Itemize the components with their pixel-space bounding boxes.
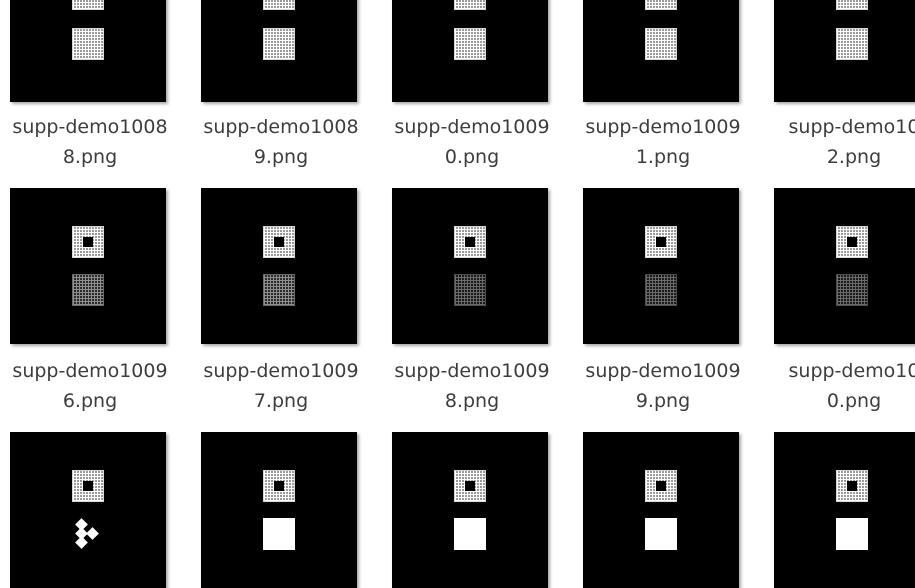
file-name-line: 6.png	[62, 390, 118, 412]
file-name-line: supp-demo1008	[12, 116, 168, 138]
file-name-line: 1.png	[635, 146, 691, 168]
image-thumbnail[interactable]	[201, 0, 357, 102]
diamond-shape	[86, 527, 99, 540]
white-square-icon	[645, 518, 677, 550]
grid-pattern-icon	[454, 470, 486, 502]
grid-pattern-icon	[836, 28, 868, 60]
image-thumbnail[interactable]	[583, 0, 739, 102]
image-thumbnail[interactable]	[201, 188, 357, 344]
image-thumbnail[interactable]	[10, 188, 166, 344]
grid-pattern-icon	[836, 470, 868, 502]
white-square-icon	[263, 518, 295, 550]
grid-pattern-icon	[645, 0, 677, 10]
white-square-icon	[836, 518, 868, 550]
grid-pattern-icon	[454, 274, 486, 306]
file-tile[interactable]: supp-demo1009 0.png	[384, 0, 568, 180]
grid-pattern-icon	[72, 470, 104, 502]
file-name-line: supp-demo1009	[12, 360, 168, 382]
file-tile[interactable]: supp-demo1009 1.png	[575, 0, 759, 180]
file-tile[interactable]: supp-demo1008 9.png	[193, 0, 377, 180]
file-tile[interactable]: supp-demo10 2.png	[766, 0, 915, 180]
file-tile[interactable]: supp-demo1009 7.png	[193, 188, 377, 428]
file-name-line: supp-demo10	[788, 360, 915, 382]
diamond-pattern-icon	[72, 518, 104, 550]
grid-pattern-icon	[454, 0, 486, 10]
file-name-label[interactable]: supp-demo1009 1.png	[575, 112, 751, 172]
grid-pattern-icon	[263, 28, 295, 60]
image-thumbnail[interactable]	[201, 432, 357, 588]
file-tile[interactable]: supp-demo10 0.png	[766, 188, 915, 428]
grid-pattern-icon	[72, 226, 104, 258]
image-thumbnail[interactable]	[392, 432, 548, 588]
file-name-label[interactable]: supp-demo1008 8.png	[2, 112, 178, 172]
file-tile[interactable]	[575, 432, 759, 588]
file-name-line: 8.png	[444, 390, 500, 412]
image-thumbnail[interactable]	[583, 432, 739, 588]
grid-pattern-icon	[72, 0, 104, 10]
file-tile[interactable]	[193, 432, 377, 588]
grid-pattern-icon	[454, 226, 486, 258]
grid-pattern-icon	[836, 274, 868, 306]
file-tile[interactable]	[2, 432, 186, 588]
image-thumbnail[interactable]	[10, 0, 166, 102]
file-name-label[interactable]: supp-demo1008 9.png	[193, 112, 369, 172]
white-square-icon	[454, 518, 486, 550]
grid-pattern-icon	[263, 470, 295, 502]
image-thumbnail[interactable]	[10, 432, 166, 588]
file-name-label[interactable]: supp-demo10 0.png	[766, 356, 915, 416]
file-tile[interactable]: supp-demo1009 8.png	[384, 188, 568, 428]
grid-pattern-icon	[263, 0, 295, 10]
grid-pattern-icon	[645, 470, 677, 502]
file-name-label[interactable]: supp-demo1009 6.png	[2, 356, 178, 416]
file-name-line: supp-demo10	[788, 116, 915, 138]
file-tile[interactable]	[766, 432, 915, 588]
grid-pattern-icon	[836, 0, 868, 10]
diamond-shape	[75, 536, 88, 549]
grid-pattern-icon	[645, 274, 677, 306]
grid-pattern-icon	[645, 28, 677, 60]
file-tile[interactable]: supp-demo1009 9.png	[575, 188, 759, 428]
file-name-line: supp-demo1009	[585, 360, 741, 382]
file-name-line: supp-demo1009	[585, 116, 741, 138]
file-name-label[interactable]: supp-demo1009 8.png	[384, 356, 560, 416]
image-thumbnail[interactable]	[774, 432, 915, 588]
image-thumbnail[interactable]	[774, 0, 915, 102]
file-name-line: 9.png	[635, 390, 691, 412]
image-thumbnail[interactable]	[392, 0, 548, 102]
file-name-line: supp-demo1008	[203, 116, 359, 138]
file-name-label[interactable]: supp-demo1009 9.png	[575, 356, 751, 416]
file-name-line: 8.png	[62, 146, 118, 168]
grid-pattern-icon	[72, 28, 104, 60]
file-name-line: supp-demo1009	[394, 360, 550, 382]
file-name-line: 2.png	[826, 146, 882, 168]
grid-pattern-icon	[263, 226, 295, 258]
file-name-label[interactable]: supp-demo10 2.png	[766, 112, 915, 172]
image-thumbnail[interactable]	[392, 188, 548, 344]
image-thumbnail[interactable]	[774, 188, 915, 344]
file-name-line: 7.png	[253, 390, 309, 412]
grid-pattern-icon	[263, 274, 295, 306]
grid-pattern-icon	[645, 226, 677, 258]
file-name-line: 0.png	[826, 390, 882, 412]
file-name-line: supp-demo1009	[394, 116, 550, 138]
file-tile[interactable]: supp-demo1009 6.png	[2, 188, 186, 428]
grid-pattern-icon	[72, 274, 104, 306]
file-tile[interactable]: supp-demo1008 8.png	[2, 0, 186, 180]
grid-pattern-icon	[454, 28, 486, 60]
file-name-label[interactable]: supp-demo1009 7.png	[193, 356, 369, 416]
file-name-line: supp-demo1009	[203, 360, 359, 382]
file-name-line: 0.png	[444, 146, 500, 168]
file-tile[interactable]	[384, 432, 568, 588]
grid-pattern-icon	[836, 226, 868, 258]
file-name-line: 9.png	[253, 146, 309, 168]
image-thumbnail[interactable]	[583, 188, 739, 344]
file-name-label[interactable]: supp-demo1009 0.png	[384, 112, 560, 172]
